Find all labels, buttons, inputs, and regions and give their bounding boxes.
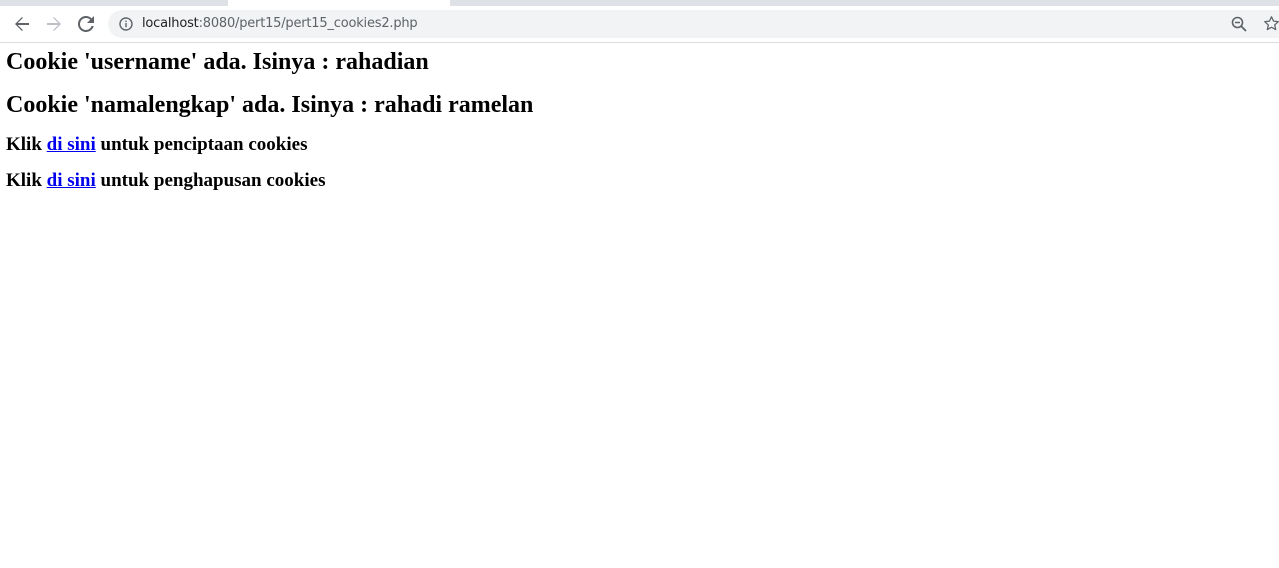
zoom-out-icon[interactable] <box>1231 16 1247 32</box>
info-icon[interactable] <box>119 17 133 31</box>
back-button[interactable] <box>8 10 36 38</box>
namalengkap-cookie-heading: Cookie 'namalengkap' ada. Isinya : rahad… <box>6 92 534 118</box>
url-text[interactable]: localhost:8080/pert15/pert15_cookies2.ph… <box>142 10 418 38</box>
url-path: :8080/pert15/pert15_cookies2.php <box>198 16 418 31</box>
create-suffix: untuk penciptaan cookies <box>95 134 308 155</box>
delete-prefix: Klik <box>6 170 47 191</box>
delete-cookies-line: Klik di sini untuk penghapusan cookies <box>6 170 325 192</box>
create-cookies-link[interactable]: di sini <box>47 134 96 155</box>
username-cookie-heading: Cookie 'username' ada. Isinya : rahadian <box>6 49 429 75</box>
forward-button[interactable] <box>40 10 68 38</box>
address-bar[interactable]: localhost:8080/pert15/pert15_cookies2.ph… <box>108 10 1279 38</box>
forward-arrow-icon <box>47 17 61 31</box>
create-cookies-line: Klik di sini untuk penciptaan cookies <box>6 134 307 156</box>
back-arrow-icon <box>15 17 29 31</box>
toolbar: localhost:8080/pert15/pert15_cookies2.ph… <box>0 6 1279 42</box>
reload-icon <box>78 16 94 32</box>
delete-cookies-link[interactable]: di sini <box>47 170 96 191</box>
url-host: localhost <box>142 16 199 31</box>
delete-suffix: untuk penghapusan cookies <box>95 170 326 191</box>
create-prefix: Klik <box>6 134 47 155</box>
bookmark-star-icon[interactable] <box>1263 15 1279 32</box>
browser-chrome: localhost:8080/pert15/pert15_cookies2.ph… <box>0 0 1279 43</box>
reload-button[interactable] <box>72 10 100 38</box>
